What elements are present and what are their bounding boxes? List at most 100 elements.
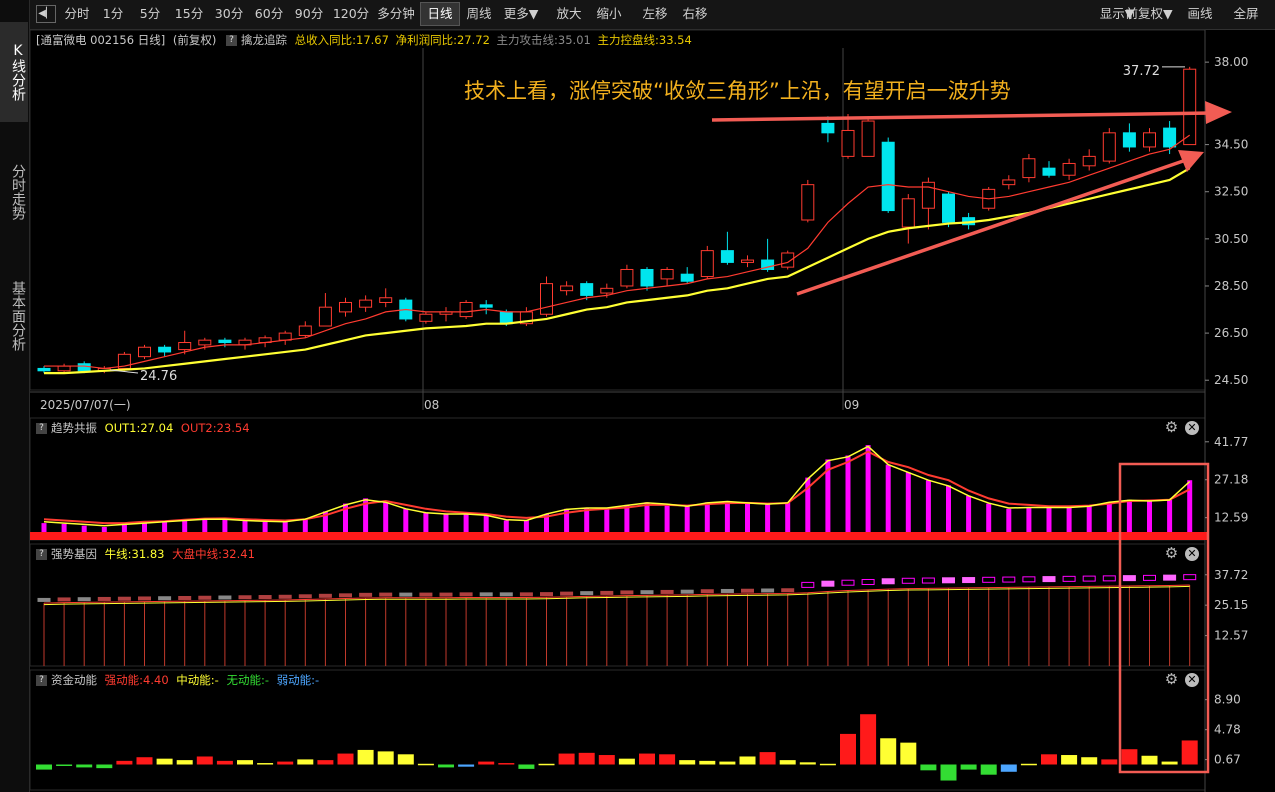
- momentum-bar: [779, 760, 796, 765]
- candle-body: [560, 285, 574, 292]
- momentum-bar: [337, 753, 354, 765]
- momentum-bar: [56, 764, 73, 766]
- candle-body: [339, 301, 352, 313]
- gene-mini-candle: [97, 596, 111, 601]
- gene-mini-candle: [298, 594, 312, 599]
- candle-body: [680, 273, 694, 282]
- candle-body: [620, 268, 634, 287]
- ma-fast-line: [44, 134, 1191, 370]
- momentum-bar: [920, 764, 937, 771]
- momentum-bar: [1161, 761, 1178, 765]
- gene-mini-candle: [258, 595, 272, 600]
- candle-body: [640, 268, 654, 287]
- candle-body: [459, 301, 473, 318]
- candle-body: [1143, 132, 1156, 148]
- gene-mini-candle: [640, 590, 654, 595]
- gene-mini-candle: [560, 591, 574, 596]
- momentum-bar: [397, 754, 414, 765]
- momentum-bar: [699, 760, 716, 765]
- momentum-bar: [840, 733, 856, 765]
- gene-mini-candle: [720, 588, 734, 593]
- candle-body: [821, 122, 835, 134]
- gene-mini-candle: [861, 578, 875, 585]
- momentum-bar: [1081, 757, 1098, 765]
- market-midline: [43, 584, 1190, 604]
- gene-mini-candle: [117, 596, 131, 601]
- candle-body: [1022, 158, 1036, 179]
- momentum-bar: [739, 756, 756, 765]
- candle-body: [37, 367, 51, 372]
- gene-mini-candle: [379, 592, 393, 597]
- momentum-bar: [1061, 755, 1078, 765]
- date-label-sep: 09: [844, 398, 859, 412]
- momentum-bar: [538, 763, 555, 766]
- gene-mini-candle: [459, 592, 473, 597]
- momentum-bar: [498, 763, 515, 765]
- candle-body: [600, 287, 614, 294]
- momentum-bar: [719, 761, 736, 765]
- y-tick-label-0: 38.00: [1214, 55, 1248, 69]
- gene-mini-candle: [600, 590, 614, 595]
- momentum-bar: [458, 764, 475, 767]
- gene-mini-candle: [881, 578, 895, 585]
- gene-mini-candle: [942, 577, 955, 584]
- momentum-bar: [518, 764, 535, 769]
- momentum-bar: [1041, 754, 1057, 765]
- candle-body: [901, 198, 915, 228]
- candle-body: [178, 342, 192, 351]
- momentum-bar: [478, 761, 495, 765]
- momentum-bar: [196, 756, 213, 765]
- p4-y-tick-label-0: 8.90: [1214, 693, 1241, 707]
- gene-mini-candle: [821, 580, 835, 587]
- out2-line: [43, 450, 1191, 525]
- gene-mini-candle: [1082, 575, 1096, 582]
- momentum-bar: [880, 738, 897, 765]
- y-tick-label-5: 26.50: [1214, 326, 1248, 340]
- candle-body: [479, 304, 493, 308]
- gene-mini-candle: [660, 589, 674, 594]
- gene-mini-candle: [761, 588, 775, 593]
- p2-y-tick-label-0: 41.77: [1214, 435, 1248, 449]
- candle-body: [298, 325, 312, 336]
- resonance-bar: [845, 455, 851, 540]
- candle-body: [1163, 127, 1177, 148]
- candle-body: [720, 250, 734, 263]
- candle-body: [1042, 167, 1056, 176]
- momentum-bar: [819, 763, 836, 766]
- gene-mini-candle: [339, 593, 352, 598]
- momentum-bar: [257, 763, 274, 765]
- highlight-box: [1118, 462, 1210, 774]
- gene-mini-candle: [238, 595, 252, 600]
- momentum-bar: [1141, 755, 1158, 765]
- momentum-bar: [1181, 740, 1198, 765]
- gene-mini-candle: [801, 581, 815, 588]
- gene-mini-candle: [138, 596, 151, 601]
- candle-body: [359, 299, 373, 308]
- momentum-bar: [176, 760, 193, 765]
- resonance-bar: [865, 445, 871, 540]
- gene-mini-candle: [1022, 576, 1036, 583]
- y-tick-label-3: 30.50: [1214, 232, 1248, 246]
- gene-mini-candle: [419, 592, 433, 597]
- gene-mini-candle: [580, 591, 594, 596]
- candle-body: [660, 268, 674, 280]
- kline-chart[interactable]: 2025/07/07(一) 08 09 38.00 34.50 32.50 30.50 28…: [0, 0, 1275, 792]
- base-band: [30, 532, 1208, 540]
- momentum-bar: [357, 749, 374, 765]
- p2-y-tick-label-2: 12.59: [1214, 511, 1248, 525]
- momentum-bar: [96, 764, 113, 769]
- momentum-bar: [860, 714, 877, 765]
- candle-body: [1002, 179, 1016, 186]
- candle-body: [580, 283, 594, 296]
- date-label-start: 2025/07/07(一): [40, 398, 131, 412]
- resonance-bar: [885, 464, 891, 540]
- y-tick-label-1: 34.50: [1214, 138, 1248, 152]
- candle-body: [700, 250, 714, 278]
- gene-mini-candle: [37, 597, 51, 602]
- panel-frame-3: [29, 669, 1206, 791]
- candle-body: [881, 141, 895, 212]
- ma-slow-line: [44, 167, 1191, 375]
- candle-body: [741, 259, 754, 263]
- momentum-bar: [1020, 763, 1037, 766]
- candle-body: [1102, 132, 1116, 162]
